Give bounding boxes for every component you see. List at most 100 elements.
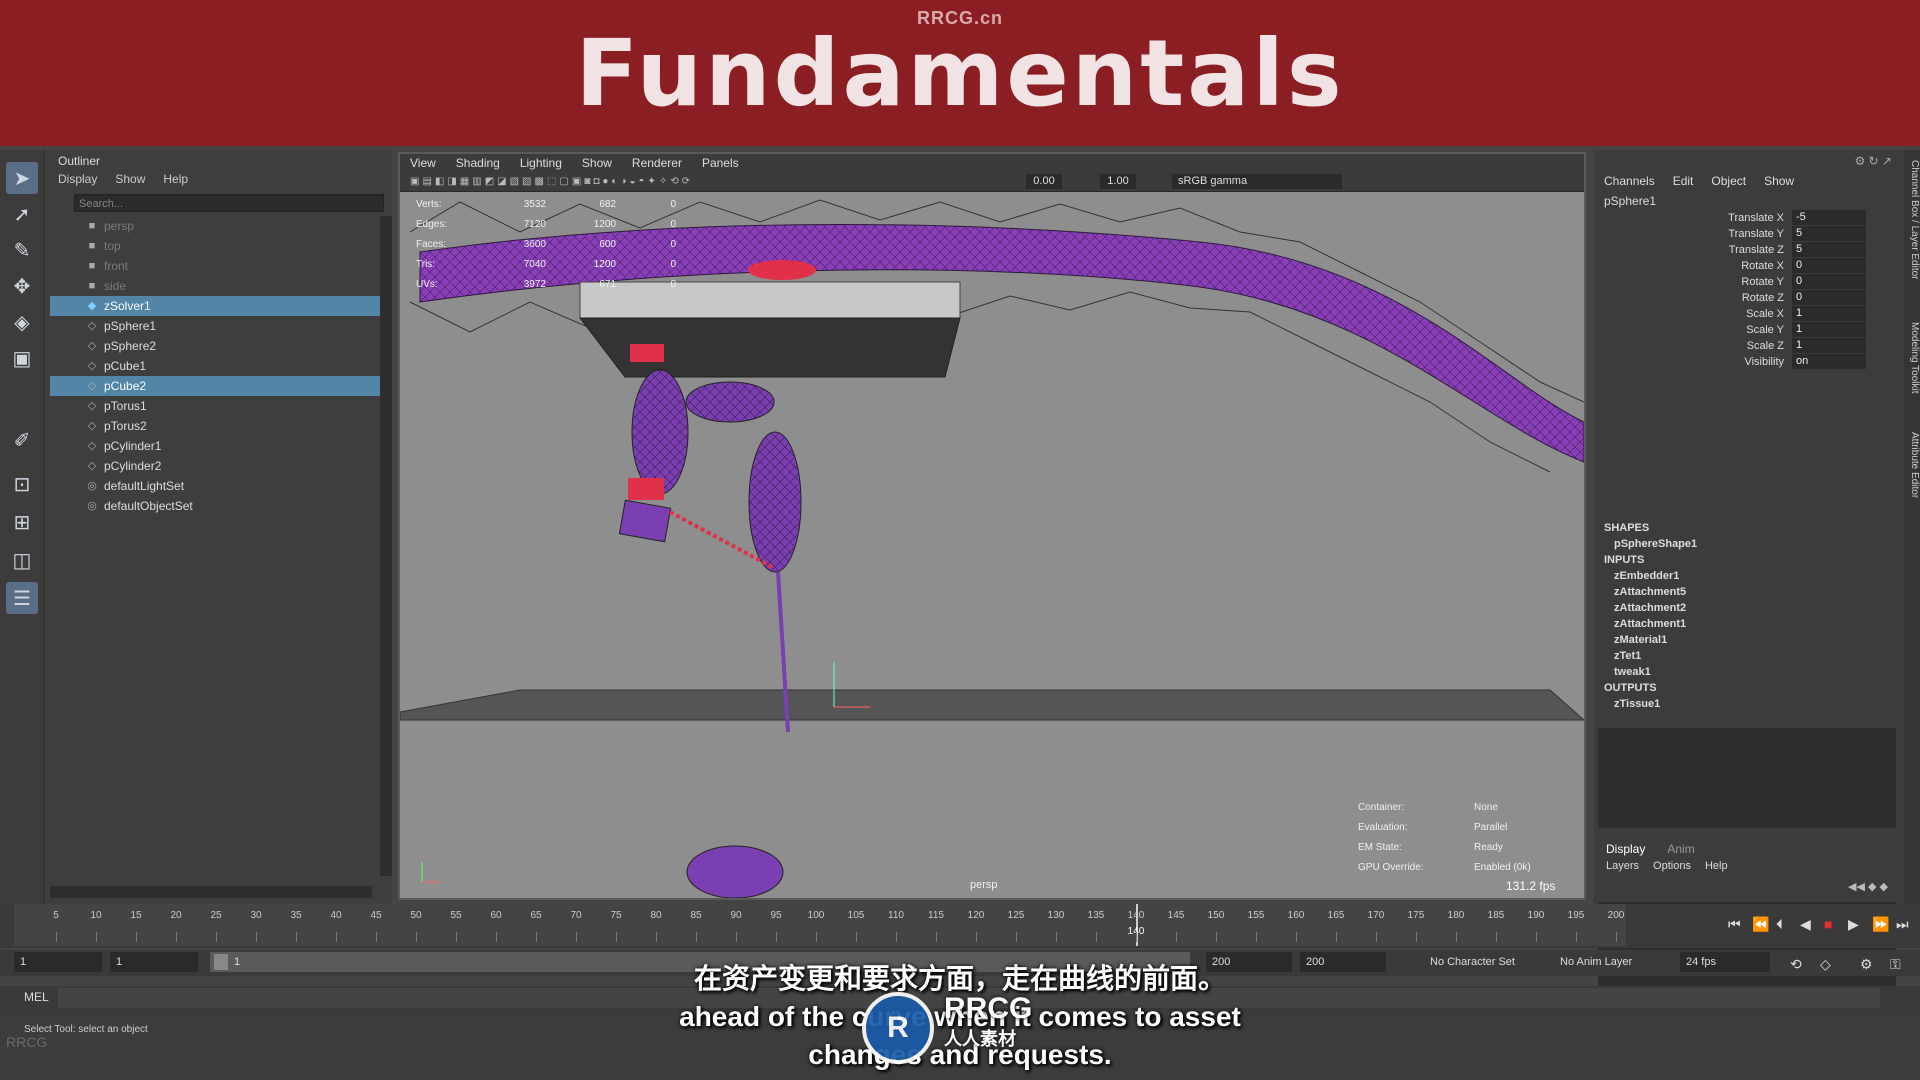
timeline-tick-label: 10 [90,910,102,921]
attr-visibility[interactable]: Visibility on [1594,354,1900,370]
step-back-icon[interactable]: ⏪ [1752,916,1769,933]
attr-translate-x[interactable]: Translate X -5 [1594,210,1900,226]
four-view-icon[interactable]: ⊞ [6,506,38,538]
menu-help[interactable]: Help [163,172,188,186]
attr-translate-z[interactable]: Translate Z5 [1594,242,1900,258]
outliner-item-side[interactable]: ■ side [50,276,380,296]
menu-options[interactable]: Options [1653,860,1691,872]
outliner-item-defaultlightset[interactable]: ◎ defaultLightSet [50,476,380,496]
node-item[interactable]: zTet1 [1594,648,1900,664]
node-item[interactable]: zAttachment1 [1594,616,1900,632]
node-item[interactable]: zTissue1 [1594,696,1900,712]
timeline-tick-label: 75 [610,910,622,921]
play-forward-icon[interactable]: ▶ [1848,916,1859,933]
timeline-tick [216,932,217,942]
outliner-item-persp[interactable]: ■ persp [50,216,380,236]
timeline-tick-label: 160 [1287,910,1305,921]
menu-show[interactable]: Show [582,154,612,172]
outliner-item-pcube2[interactable]: ◇ pCube2 [50,376,380,396]
scale-tool-icon[interactable]: ▣ [6,342,38,374]
select-tool-icon[interactable]: ➤ [6,162,38,194]
outliner-item-psphere2[interactable]: ◇ pSphere2 [50,336,380,356]
two-view-icon[interactable]: ◫ [6,544,38,576]
viewport-panel[interactable]: View Shading Lighting Show Renderer Pane… [398,152,1586,900]
lasso-tool-icon[interactable]: ➚ [6,198,38,230]
panel-options-icon[interactable]: ⚙ ↻ ↗ [1854,154,1892,168]
timeline-ruler[interactable]: 140 5 10 15 20 25 30 35 40 45 50 55 60 65 70 75 80 85 90 9… [14,904,1626,946]
rotate-tool-icon[interactable]: ◈ [6,306,38,338]
stop-icon[interactable]: ■ [1824,916,1832,932]
node-item[interactable]: pSphereShape1 [1594,536,1900,552]
tab-channel-box[interactable]: Channel Box / Layer Editor [1904,160,1920,280]
gamma-field[interactable]: 1.00 [1100,174,1136,189]
outliner-layout-icon[interactable]: ☰ [6,582,38,614]
outliner-item-top[interactable]: ■ top [50,236,380,256]
node-item[interactable]: zEmbedder1 [1594,568,1900,584]
attr-scale-y[interactable]: Scale Y1 [1594,322,1900,338]
menu-renderer[interactable]: Renderer [632,154,682,172]
timeline-tick [1576,932,1577,942]
outliner-item-defaultobjectset[interactable]: ◎ defaultObjectSet [50,496,380,516]
outliner-horizontal-scrollbar[interactable] [50,886,372,898]
solver-icon: ◆ [87,300,97,312]
small-cube-mesh [618,499,672,543]
timeline-tick [1096,932,1097,942]
menu-lighting[interactable]: Lighting [520,154,562,172]
attr-translate-y[interactable]: Translate Y5 [1594,226,1900,242]
step-back-key-icon[interactable]: ⏴ [1776,916,1783,933]
menu-help[interactable]: Help [1705,860,1728,872]
menu-view[interactable]: View [410,154,436,172]
node-item[interactable]: zAttachment2 [1594,600,1900,616]
go-to-end-icon[interactable]: ⏭ [1896,916,1909,933]
menu-layers[interactable]: Layers [1606,860,1639,872]
menu-display[interactable]: Display [58,172,97,186]
single-view-icon[interactable]: ⊡ [6,468,38,500]
time-slider[interactable]: 140 5 10 15 20 25 30 35 40 45 50 55 60 65 70 75 80 85 90 9… [0,904,1920,948]
attr-rotate-x[interactable]: Rotate X0 [1594,258,1900,274]
step-forward-icon[interactable]: ⏩ [1872,916,1889,933]
corner-watermark: RRCG [6,1034,48,1050]
tab-display[interactable]: Display [1606,842,1645,856]
attr-rotate-z[interactable]: Rotate Z0 [1594,290,1900,306]
outliner-item-pcylinder1[interactable]: ◇ pCylinder1 [50,436,380,456]
layer-tool-icons[interactable]: ◀◀ ◆ ◆ [1848,880,1888,893]
tab-modeling-toolkit[interactable]: Modeling Toolkit [1904,322,1920,394]
tab-anim[interactable]: Anim [1667,842,1694,856]
node-item[interactable]: zMaterial1 [1594,632,1900,648]
menu-shading[interactable]: Shading [456,154,500,172]
menu-show[interactable]: Show [115,172,145,186]
menu-edit[interactable]: Edit [1673,174,1694,188]
outliner-item-psphere1[interactable]: ◇ pSphere1 [50,316,380,336]
attr-scale-z[interactable]: Scale Z1 [1594,338,1900,354]
viewport-tool-icons[interactable]: ▣▤◧◨▦▥◩◪▧▨▩⬚▢▣◙◘●◐◑◒◓✦✧⟲⟳ [410,176,693,187]
timeline-tick-label: 50 [410,910,422,921]
attr-scale-x[interactable]: Scale X1 [1594,306,1900,322]
node-item[interactable]: zAttachment5 [1594,584,1900,600]
paint-select-icon[interactable]: ✎ [6,234,38,266]
node-item[interactable]: tweak1 [1594,664,1900,680]
outliner-vertical-scrollbar[interactable] [380,216,392,876]
outliner-item-ptorus1[interactable]: ◇ pTorus1 [50,396,380,416]
menu-channels[interactable]: Channels [1604,174,1655,188]
outliner-item-front[interactable]: ■ front [50,256,380,276]
exposure-field[interactable]: 0.00 [1026,174,1062,189]
move-tool-icon[interactable]: ✥ [6,270,38,302]
menu-panels[interactable]: Panels [702,154,739,172]
sculpt-tool-icon[interactable]: ✐ [6,424,38,456]
timeline-tick-label: 80 [650,910,662,921]
go-to-start-icon[interactable]: ⏮ [1728,916,1741,933]
outliner-item-ptorus2[interactable]: ◇ pTorus2 [50,416,380,436]
outliner-item-pcylinder2[interactable]: ◇ pCylinder2 [50,456,380,476]
attr-rotate-y[interactable]: Rotate Y0 [1594,274,1900,290]
outliner-search-input[interactable]: Search... [74,194,384,212]
evaluation-hud: Container: None Evaluation: Parallel EM St… [1358,802,1531,873]
outliner-item-zsolver1[interactable]: ◆ zSolver1 [50,296,380,316]
timeline-tick [56,932,57,942]
menu-show[interactable]: Show [1764,174,1794,188]
outliner-item-pcube1[interactable]: ◇ pCube1 [50,356,380,376]
timeline-tick [1296,932,1297,942]
play-backwards-icon[interactable]: ◀ [1800,916,1811,933]
menu-object[interactable]: Object [1711,174,1746,188]
color-space-dropdown[interactable]: sRGB gamma [1172,174,1342,189]
tab-attribute-editor[interactable]: Attribute Editor [1904,432,1920,498]
